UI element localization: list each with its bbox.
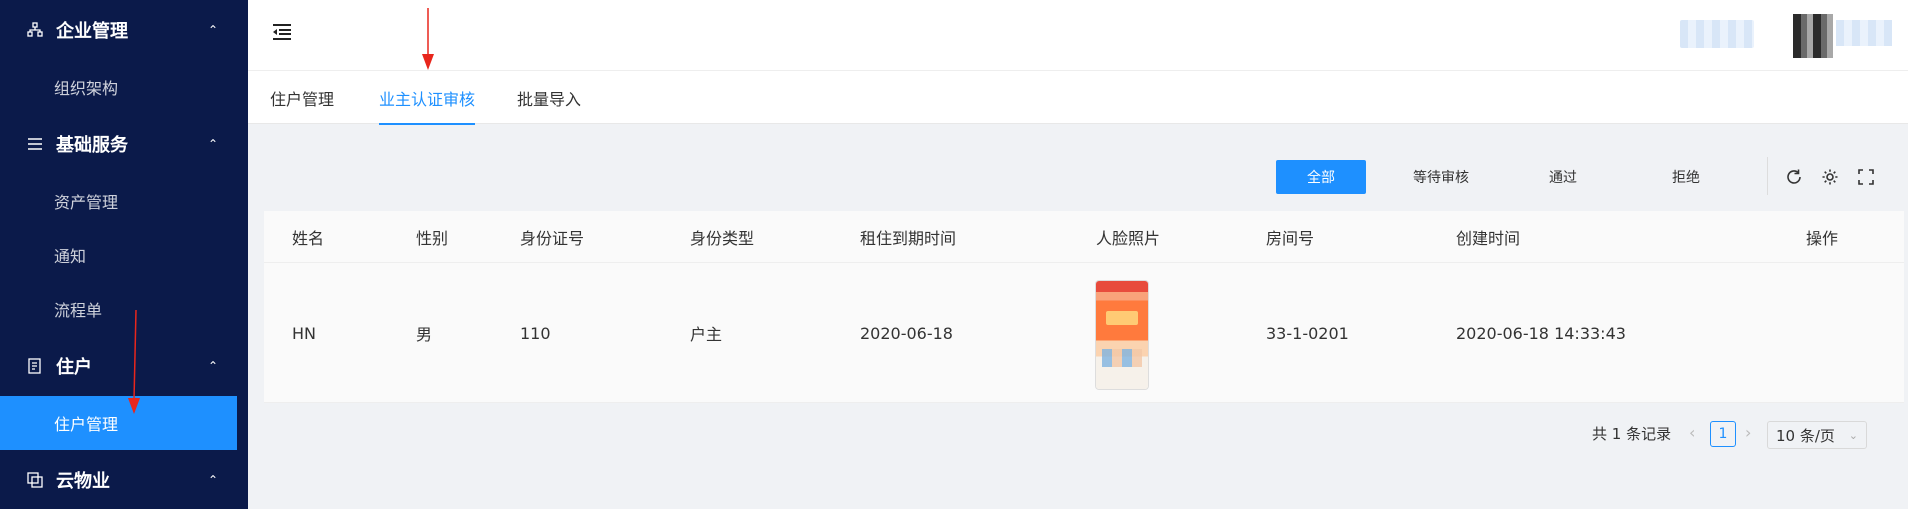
col-room: 房间号: [1266, 229, 1315, 248]
copy-icon: [26, 471, 44, 489]
menu-fold-icon[interactable]: [270, 20, 294, 44]
cell-room: 33-1-0201: [1266, 323, 1349, 343]
username-blurred: [1836, 20, 1892, 46]
cell-created: 2020-06-18 14:33:43: [1456, 323, 1626, 343]
tab-bar: 住户管理 业主认证审核 批量导入: [248, 71, 1908, 125]
filter-all-button[interactable]: 全部: [1276, 160, 1366, 194]
tab-batch-import[interactable]: 批量导入: [517, 71, 581, 124]
col-actions: 操作: [1806, 229, 1839, 248]
sidebar-group-label: 基础服务: [56, 135, 128, 156]
sidebar-item-org[interactable]: 组织架构: [0, 60, 248, 114]
filter-approved-button[interactable]: 通过: [1518, 160, 1608, 194]
toolbar-divider: [1767, 157, 1768, 195]
sidebar-group-label: 住户: [56, 357, 92, 378]
annotation-arrow: [422, 8, 434, 70]
col-id-type: 身份类型: [690, 229, 755, 248]
settings-icon[interactable]: [1818, 165, 1842, 189]
col-created: 创建时间: [1456, 229, 1521, 248]
document-icon: [26, 357, 44, 375]
col-name: 姓名: [292, 229, 325, 248]
col-id-no: 身份证号: [520, 229, 585, 248]
cell-name: HN: [292, 323, 316, 343]
sidebar-group-label: 云物业: [56, 471, 110, 492]
top-header: [248, 0, 1908, 71]
page-size-select[interactable]: 10 条/页 ⌄: [1767, 421, 1867, 449]
sidebar-group-basic[interactable]: 基础服务 ⌃: [0, 114, 248, 174]
chevron-up-icon: ⌃: [207, 473, 218, 487]
chevron-up-icon: ⌃: [207, 23, 218, 37]
sidebar-item-resident-mgmt[interactable]: 住户管理: [0, 396, 237, 450]
col-expire: 租住到期时间: [860, 229, 957, 248]
chevron-up-icon: ⌃: [207, 359, 218, 373]
org-chart-icon: [26, 21, 44, 39]
tab-resident-mgmt[interactable]: 住户管理: [270, 71, 334, 124]
user-info-blurred: [1680, 20, 1754, 48]
table-row[interactable]: HN 男 110 户主 2020-06-18 33-1-0201 2020-06…: [264, 263, 1904, 403]
sidebar: 企业管理 ⌃ 组织架构 基础服务 ⌃ 资产管理 通知 流程单 住户 ⌃ 住户管理…: [0, 0, 248, 509]
chevron-right-icon[interactable]: ›: [1745, 423, 1751, 442]
chevron-up-icon: ⌃: [207, 137, 218, 151]
chevron-down-icon: ⌄: [1848, 428, 1858, 442]
reload-icon[interactable]: [1782, 165, 1806, 189]
col-face-photo: 人脸照片: [1096, 229, 1161, 248]
fullscreen-icon[interactable]: [1854, 165, 1878, 189]
face-photo-thumbnail[interactable]: [1096, 281, 1148, 389]
col-gender: 性别: [416, 229, 449, 248]
pagination-page[interactable]: 1: [1710, 421, 1736, 447]
cell-id-type: 户主: [690, 325, 723, 344]
cell-id-no: 110: [520, 323, 551, 343]
annotation-arrow: [128, 310, 140, 414]
resident-table: 姓名 性别 身份证号 身份类型 租住到期时间 人脸照片 房间号 创建时间 操作 …: [264, 211, 1904, 403]
pagination-total: 共 1 条记录: [1592, 425, 1672, 443]
avatar[interactable]: [1793, 14, 1833, 58]
filter-rejected-button[interactable]: 拒绝: [1641, 160, 1731, 194]
sidebar-item-notice[interactable]: 通知: [0, 228, 248, 282]
sidebar-group-cloud[interactable]: 云物业 ⌃: [0, 450, 248, 509]
cell-gender: 男: [416, 325, 433, 344]
tab-owner-verification[interactable]: 业主认证审核: [379, 71, 476, 125]
chevron-left-icon[interactable]: ‹: [1689, 423, 1695, 442]
sidebar-group-enterprise[interactable]: 企业管理 ⌃: [0, 0, 248, 60]
sidebar-group-label: 企业管理: [56, 21, 128, 42]
list-icon: [26, 135, 44, 153]
cell-expire: 2020-06-18: [860, 323, 953, 343]
filter-pending-button[interactable]: 等待审核: [1396, 160, 1486, 194]
page-size-value: 10 条/页: [1776, 426, 1835, 445]
toolbar: 全部 等待审核 通过 拒绝: [264, 143, 1908, 211]
table-header: 姓名 性别 身份证号 身份类型 租住到期时间 人脸照片 房间号 创建时间 操作: [264, 211, 1904, 263]
sidebar-item-assets[interactable]: 资产管理: [0, 174, 248, 228]
